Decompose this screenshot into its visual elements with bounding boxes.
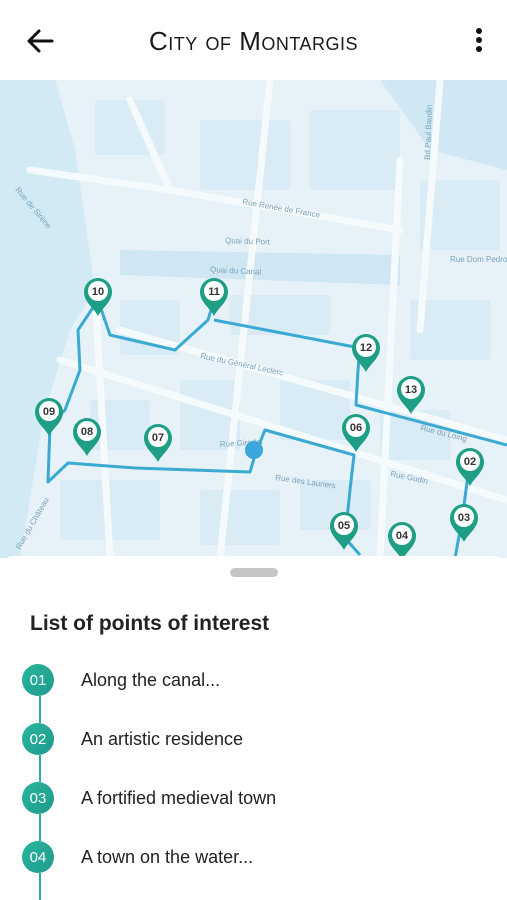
marker-number: 11 (208, 286, 220, 298)
timeline-connector (39, 873, 41, 900)
marker-number: 10 (92, 286, 104, 298)
poi-list: 01 Along the canal... 02 An artistic res… (22, 664, 482, 900)
poi-label: An artistic residence (81, 729, 244, 749)
poi-label: Along the canal... (81, 670, 221, 690)
poi-number-badge: 04 (22, 841, 54, 873)
svg-text:Rue Dom Pedro: Rue Dom Pedro (450, 255, 507, 264)
poi-number-badge: 02 (22, 723, 54, 755)
timeline-connector (39, 696, 41, 723)
poi-list-item[interactable]: 01 Along the canal... (22, 664, 482, 723)
list-title: List of points of interest (30, 612, 270, 635)
poi-list-item[interactable]: 04 A town on the water... (22, 841, 482, 900)
marker-number: 02 (464, 456, 476, 468)
marker-number: 06 (350, 422, 362, 434)
marker-number: 08 (81, 426, 93, 438)
poi-bottom-sheet: List of points of interest 01 Along the … (0, 556, 507, 900)
svg-text:Quai du Port: Quai du Port (225, 236, 271, 247)
poi-number-badge: 03 (22, 782, 54, 814)
page-title: City of Montargis (148, 25, 359, 56)
timeline-connector (39, 814, 41, 841)
poi-number-badge: 01 (22, 664, 54, 696)
app-header: City of Montargis (0, 0, 507, 80)
marker-number: 09 (43, 406, 55, 418)
back-button[interactable] (22, 24, 58, 60)
current-location-dot (245, 441, 263, 459)
marker-number: 07 (152, 432, 164, 444)
marker-number: 13 (405, 384, 417, 396)
marker-number: 05 (338, 520, 350, 532)
svg-text:Bd Paul Baudin: Bd Paul Baudin (423, 105, 434, 160)
poi-list-item[interactable]: 02 An artistic residence (22, 723, 482, 782)
timeline-connector (39, 755, 41, 782)
more-vertical-icon (476, 28, 482, 52)
more-options-button[interactable] (465, 22, 493, 58)
poi-label: A town on the water... (81, 847, 254, 867)
sheet-drag-handle[interactable] (230, 568, 278, 577)
poi-label: A fortified medieval town (81, 788, 277, 808)
arrow-left-icon (27, 29, 54, 53)
marker-number: 03 (458, 512, 470, 524)
route-map[interactable]: Rue de Sirène Rue Renée de France Quai d… (0, 80, 507, 558)
poi-list-item[interactable]: 03 A fortified medieval town (22, 782, 482, 841)
marker-number: 04 (396, 530, 409, 542)
marker-number: 12 (360, 342, 372, 354)
